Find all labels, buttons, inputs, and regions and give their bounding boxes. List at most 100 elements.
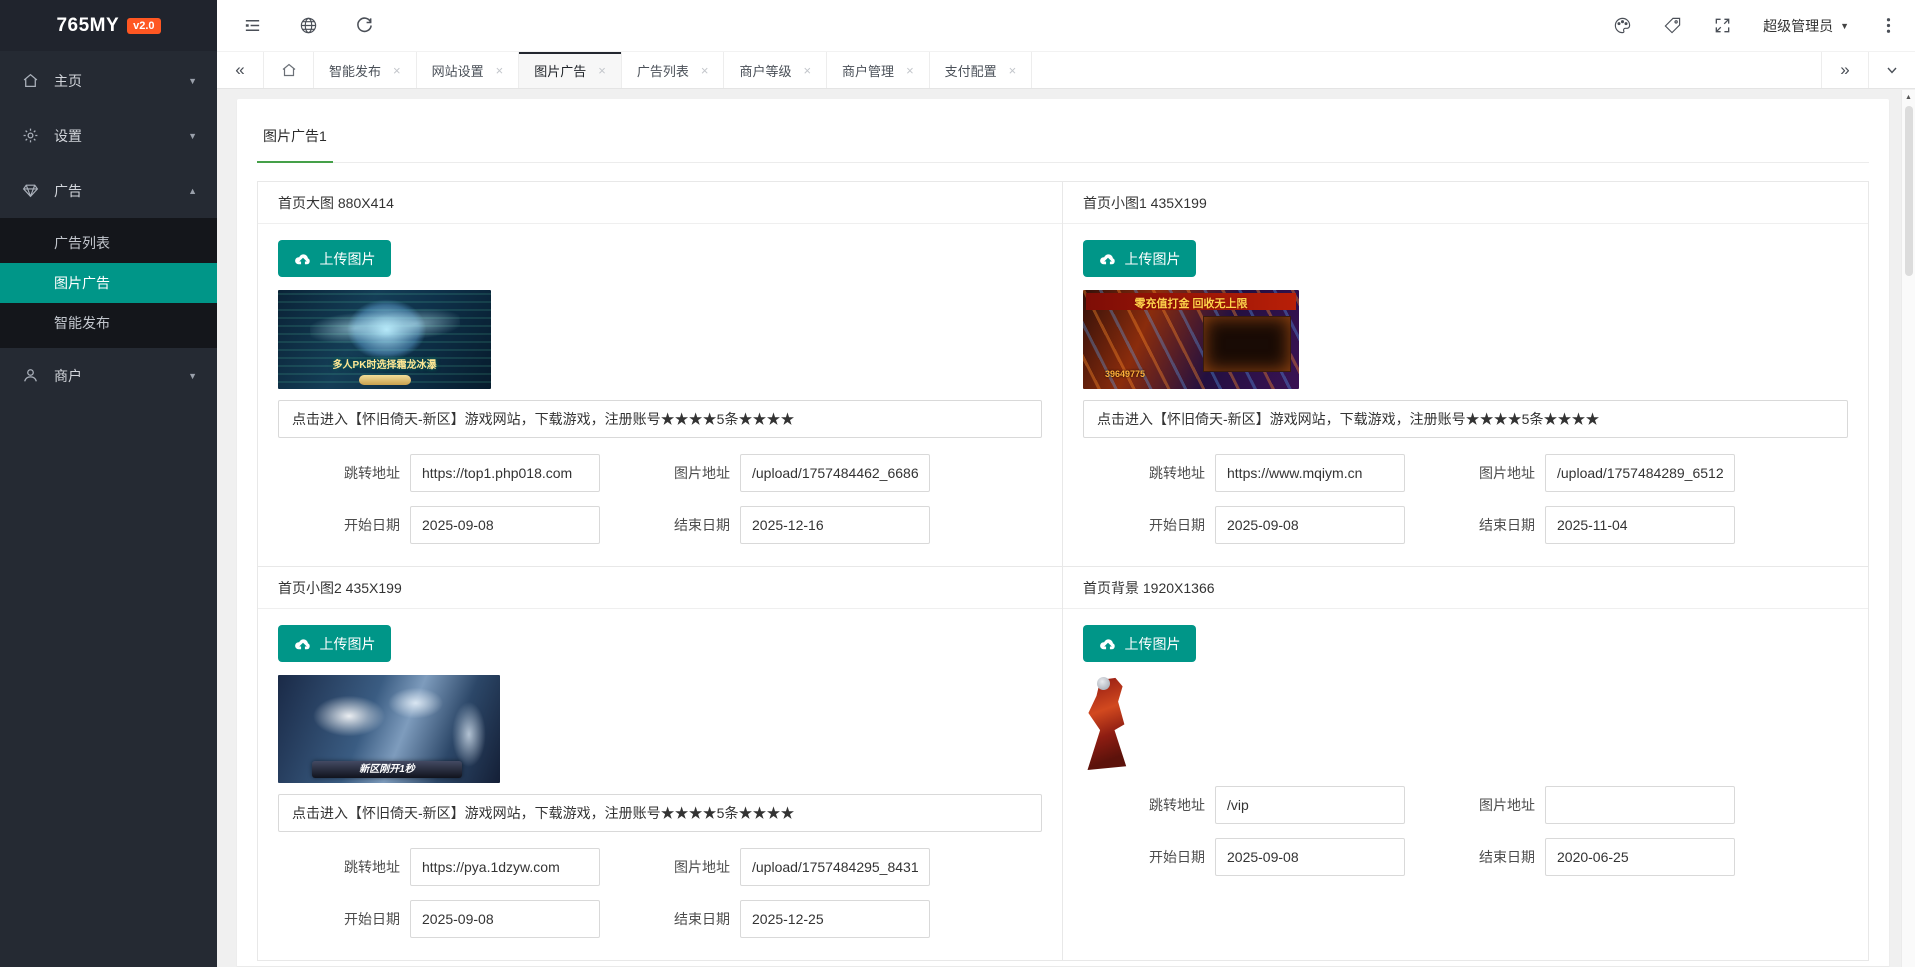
chevron-down-icon: ▼ bbox=[188, 76, 197, 86]
tab-广告列表[interactable]: 广告列表× bbox=[622, 52, 725, 88]
ad-description-input[interactable] bbox=[1083, 400, 1848, 438]
globe-icon[interactable] bbox=[299, 16, 319, 36]
start-date-label: 开始日期 bbox=[1083, 515, 1215, 535]
tab-label: 支付配置 bbox=[945, 61, 997, 80]
preview-art bbox=[359, 375, 411, 385]
jump-url-label: 跳转地址 bbox=[1083, 795, 1215, 815]
end-date-label: 结束日期 bbox=[600, 515, 740, 535]
sidebar-item-2[interactable]: 广告▲ bbox=[0, 163, 217, 218]
sidebar-item-1[interactable]: 设置▼ bbox=[0, 108, 217, 163]
scrollbar-up-arrow[interactable]: ▲ bbox=[1902, 90, 1915, 104]
sidebar-subitem[interactable]: 广告列表 bbox=[0, 223, 217, 263]
preview-art bbox=[308, 291, 462, 361]
tab-label: 图片广告 bbox=[534, 61, 586, 80]
sidebar-item-label: 主页 bbox=[54, 71, 82, 91]
vertical-scrollbar[interactable]: ▲ bbox=[1901, 90, 1915, 967]
close-icon[interactable]: × bbox=[701, 64, 709, 77]
upload-button-label: 上传图片 bbox=[320, 634, 376, 654]
start-date-input[interactable] bbox=[410, 900, 600, 938]
fullscreen-icon[interactable] bbox=[1713, 16, 1733, 36]
upload-image-button[interactable]: 上传图片 bbox=[1083, 625, 1196, 662]
sidebar-item-0[interactable]: 主页 ▼ bbox=[0, 53, 217, 108]
gem-icon bbox=[22, 182, 39, 199]
tab-支付配置[interactable]: 支付配置 × bbox=[930, 52, 1033, 88]
preview-art bbox=[1097, 677, 1110, 690]
start-date-label: 开始日期 bbox=[1083, 847, 1215, 867]
tag-icon[interactable] bbox=[1663, 16, 1683, 36]
ad-description-input[interactable] bbox=[278, 400, 1042, 438]
ad-image-preview: 新区刚开1秒 bbox=[278, 675, 500, 783]
upload-image-button[interactable]: 上传图片 bbox=[278, 240, 391, 277]
tab-home[interactable] bbox=[264, 52, 314, 88]
close-icon[interactable]: × bbox=[393, 64, 401, 77]
scrollbar-thumb[interactable] bbox=[1905, 106, 1913, 276]
ad-section-4: 首页背景 1920X1366上传图片跳转地址图片地址开始日期结束日期 bbox=[1063, 567, 1868, 960]
image-url-input[interactable] bbox=[1545, 454, 1735, 492]
close-icon[interactable]: × bbox=[496, 64, 504, 77]
upload-image-button[interactable]: 上传图片 bbox=[1083, 240, 1196, 277]
ad-section-body: 上传图片多人PK时选择霜龙冰瀑跳转地址图片地址开始日期结束日期 bbox=[258, 224, 1062, 566]
version-badge: v2.0 bbox=[127, 18, 160, 34]
tabs-menu-button[interactable] bbox=[1868, 52, 1915, 88]
image-url-input[interactable] bbox=[740, 848, 930, 886]
tab-label: 智能发布 bbox=[329, 61, 381, 80]
upload-image-button[interactable]: 上传图片 bbox=[278, 625, 391, 662]
field-row: 跳转地址图片地址 bbox=[1083, 454, 1848, 492]
image-url-input[interactable] bbox=[1545, 786, 1735, 824]
start-date-label: 开始日期 bbox=[278, 909, 410, 929]
tab-商户管理[interactable]: 商户管理× bbox=[827, 52, 930, 88]
ad-section-title: 首页大图 880X414 bbox=[258, 182, 1062, 224]
kebab-menu-icon[interactable] bbox=[1879, 16, 1899, 36]
upload-button-label: 上传图片 bbox=[1125, 249, 1181, 269]
end-date-input[interactable] bbox=[1545, 506, 1735, 544]
close-icon[interactable]: × bbox=[906, 64, 914, 77]
topbar-left-icons bbox=[243, 16, 375, 36]
ad-section-title: 首页小图2 435X199 bbox=[258, 567, 1062, 609]
tab-图片广告-active[interactable]: 图片广告 × bbox=[519, 52, 622, 88]
app-window: 765MY v2.0 主页▼设置▼广告▲广告列表图片广告智能发布商户▼ 超级管理… bbox=[0, 0, 1915, 967]
close-icon[interactable]: × bbox=[598, 64, 606, 77]
main-area: 超级管理员 ▼ « 智能发布×网站设置×图片广告×广告列表×商户等级×商户管理×… bbox=[217, 0, 1915, 967]
start-date-input[interactable] bbox=[1215, 838, 1405, 876]
sidebar-menu: 主页 ▼ 设置▼广告▲ 广告列表图片广告智能发布商户▼ bbox=[0, 51, 217, 967]
page-card: 图片广告1 首页大图 880X414上传图片多人PK时选择霜龙冰瀑跳转地址图片地… bbox=[237, 99, 1889, 967]
start-date-input[interactable] bbox=[1215, 506, 1405, 544]
end-date-input[interactable] bbox=[740, 506, 930, 544]
refresh-icon[interactable] bbox=[355, 16, 375, 36]
preview-caption: 零充值打金 回收无上限 bbox=[1083, 295, 1299, 311]
jump-url-input[interactable] bbox=[1215, 454, 1405, 492]
tab-网站设置[interactable]: 网站设置× bbox=[417, 52, 520, 88]
image-url-input[interactable] bbox=[740, 454, 930, 492]
brand-logo: 765MY v2.0 bbox=[0, 0, 217, 51]
ad-sections-grid: 首页大图 880X414上传图片多人PK时选择霜龙冰瀑跳转地址图片地址开始日期结… bbox=[257, 181, 1869, 961]
page-tab-image-ads-1[interactable]: 图片广告1 bbox=[257, 126, 333, 163]
ad-section-body: 上传图片新区刚开1秒跳转地址图片地址开始日期结束日期 bbox=[258, 609, 1062, 960]
sidebar-subitem-active[interactable]: 图片广告 bbox=[0, 263, 217, 303]
start-date-input[interactable] bbox=[410, 506, 600, 544]
close-icon[interactable]: × bbox=[1009, 64, 1017, 77]
user-menu[interactable]: 超级管理员 ▼ bbox=[1763, 16, 1849, 36]
close-icon[interactable]: × bbox=[803, 64, 811, 77]
field-row: 开始日期结束日期 bbox=[278, 506, 1042, 544]
tab-商户等级[interactable]: 商户等级× bbox=[724, 52, 827, 88]
end-date-input[interactable] bbox=[1545, 838, 1735, 876]
tabs-scroll-right-button[interactable]: » bbox=[1821, 52, 1868, 88]
preview-caption: 新区刚开1秒 bbox=[312, 760, 462, 775]
sidebar-subitem[interactable]: 智能发布 bbox=[0, 303, 217, 343]
ad-section-title: 首页背景 1920X1366 bbox=[1063, 567, 1868, 609]
image-url-label: 图片地址 bbox=[600, 463, 740, 483]
end-date-input[interactable] bbox=[740, 900, 930, 938]
tabs-scroll-left-button[interactable]: « bbox=[217, 52, 264, 88]
jump-url-input[interactable] bbox=[1215, 786, 1405, 824]
jump-url-input[interactable] bbox=[410, 454, 600, 492]
palette-icon[interactable] bbox=[1613, 16, 1633, 36]
sidebar-item-3[interactable]: 商户▼ bbox=[0, 348, 217, 403]
end-date-label: 结束日期 bbox=[1405, 847, 1545, 867]
end-date-label: 结束日期 bbox=[1405, 515, 1545, 535]
jump-url-input[interactable] bbox=[410, 848, 600, 886]
ad-description-input[interactable] bbox=[278, 794, 1042, 832]
menu-fold-icon[interactable] bbox=[243, 16, 263, 36]
ad-image-preview: 多人PK时选择霜龙冰瀑 bbox=[278, 290, 491, 389]
upload-button-label: 上传图片 bbox=[1125, 634, 1181, 654]
tab-智能发布[interactable]: 智能发布 × bbox=[314, 52, 417, 88]
